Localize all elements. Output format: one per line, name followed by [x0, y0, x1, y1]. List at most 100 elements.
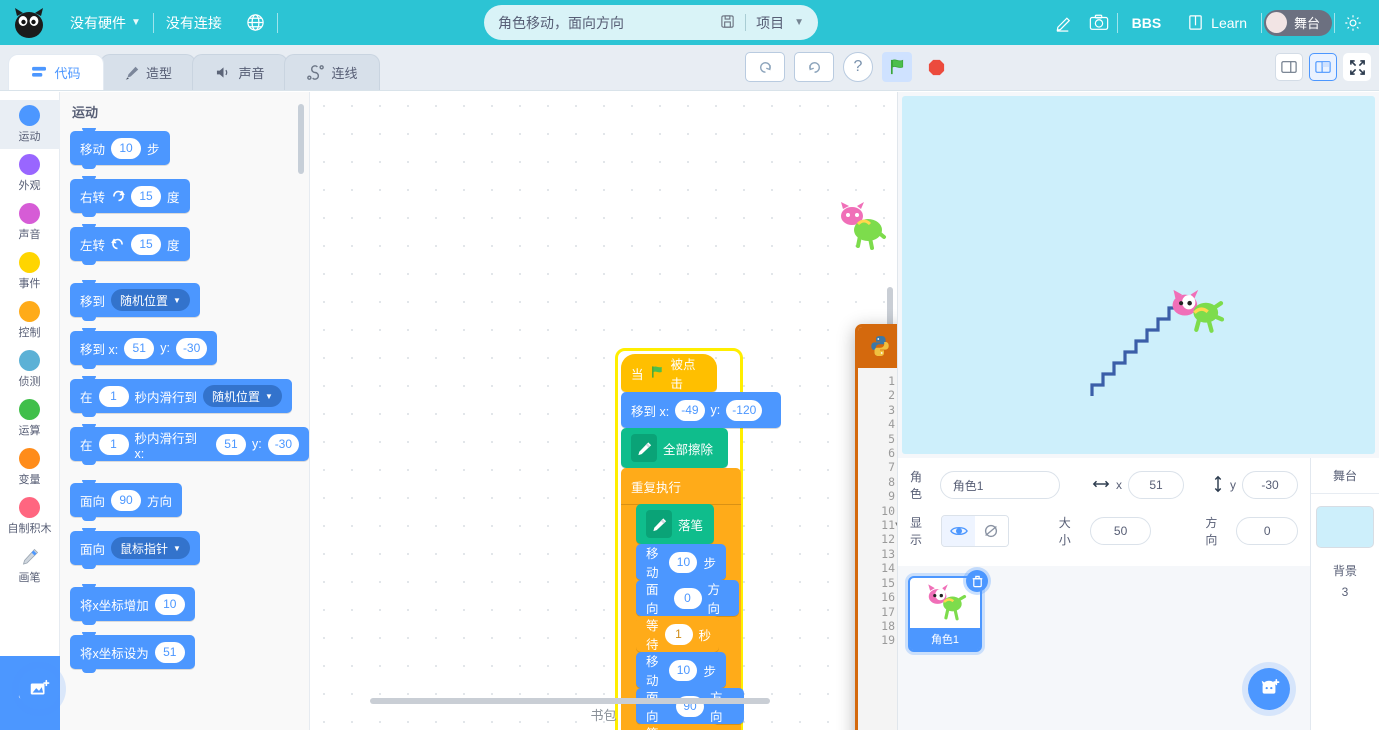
block-input[interactable]: 51	[154, 641, 185, 663]
block-input-x[interactable]: -49	[675, 399, 705, 421]
stop-button[interactable]	[921, 52, 951, 82]
block-input-x[interactable]: 51	[124, 337, 155, 359]
x-input[interactable]: 51	[1128, 471, 1185, 499]
undo-button[interactable]	[745, 52, 785, 82]
direction-input[interactable]: 0	[1236, 517, 1299, 545]
palette-block-change-x[interactable]: 将x坐标增加 10	[70, 584, 195, 625]
palette-block-set-x[interactable]: 将x坐标设为 51	[70, 632, 195, 673]
save-icon[interactable]	[720, 14, 735, 32]
script-block-move-steps-2[interactable]: 移动 10 步	[636, 652, 726, 688]
block-input[interactable]: 0	[673, 587, 702, 609]
tab-costumes[interactable]: 造型	[100, 54, 196, 90]
block-input[interactable]: 10	[154, 593, 185, 615]
category-sound[interactable]: 声音	[0, 198, 60, 247]
script-block-wait-1[interactable]: 等待 1 秒	[636, 616, 719, 652]
block-input[interactable]: 10	[669, 659, 698, 681]
add-backdrop-button[interactable]	[18, 668, 60, 710]
canvas-horizontal-scrollbar[interactable]	[370, 698, 770, 704]
block-input[interactable]: 15	[131, 185, 162, 207]
block-dropdown[interactable]: 随机位置 ▼	[111, 289, 190, 311]
palette-scrollbar[interactable]	[298, 104, 304, 174]
category-pen[interactable]: 画笔	[0, 541, 60, 590]
palette-block-turn-right[interactable]: 右转 15 度	[70, 176, 190, 217]
redo-button[interactable]	[794, 52, 834, 82]
palette-block-glide-xy[interactable]: 在 1 秒内滑行到 x: 51 y: -30	[70, 424, 309, 465]
category-looks[interactable]: 外观	[0, 149, 60, 198]
block-dropdown[interactable]: 随机位置 ▼	[203, 385, 282, 407]
project-menu-label[interactable]: 项目	[756, 13, 784, 33]
stage[interactable]	[902, 96, 1375, 454]
palette-block-turn-left[interactable]: 左转 15 度	[70, 224, 190, 265]
stage-toggle[interactable]: 舞台	[1263, 9, 1332, 36]
help-button[interactable]: ?	[843, 52, 873, 82]
tab-sounds[interactable]: 声音	[192, 54, 288, 90]
script-block-wait-2[interactable]: 等待 1 秒	[636, 724, 719, 730]
learn-link[interactable]: Learn	[1175, 0, 1259, 45]
sprite-name-input[interactable]: 角色1	[939, 471, 1061, 499]
category-control[interactable]: 控制	[0, 296, 60, 345]
add-sprite-button[interactable]	[1248, 668, 1291, 710]
size-input[interactable]: 50	[1089, 517, 1152, 545]
script-block-forever[interactable]: 重复执行	[621, 468, 741, 504]
y-input[interactable]: -30	[1242, 471, 1299, 499]
backdrop-thumbnail[interactable]	[1316, 506, 1374, 548]
script-block-goto-xy[interactable]: 移到 x: -49 y: -120	[621, 392, 781, 428]
script-block-pen-erase-all[interactable]: 全部擦除	[621, 428, 728, 468]
category-my-blocks[interactable]: 自制积木	[0, 492, 60, 541]
block-input-secs[interactable]: 1	[98, 433, 129, 455]
category-operators[interactable]: 运算	[0, 394, 60, 443]
palette-block-move-steps[interactable]: 移动 10 步	[70, 128, 170, 169]
script-block-point-direction-0[interactable]: 面向 0 方向	[636, 580, 739, 616]
tab-code[interactable]: 代码	[8, 54, 104, 90]
fullscreen-button[interactable]	[1343, 53, 1371, 81]
camera-icon[interactable]	[1083, 7, 1115, 39]
block-input-y[interactable]: -30	[175, 337, 208, 359]
block-input[interactable]: 90	[111, 489, 142, 511]
gear-icon[interactable]	[1337, 7, 1369, 39]
palette-block-glide-to[interactable]: 在 1 秒内滑行到 随机位置 ▼	[70, 376, 292, 417]
code-editor[interactable]: 1234567891011▼1213141516171819 # -*- cod…	[858, 368, 897, 730]
palette-block-goto[interactable]: 移到 随机位置 ▼	[70, 280, 200, 321]
category-motion[interactable]: 运动	[0, 100, 60, 149]
python-code-window[interactable]: ✓ 翻译 编辑 ▼	[855, 324, 897, 730]
block-input[interactable]: 10	[111, 137, 142, 159]
hardware-selector[interactable]: 没有硬件 ▼	[58, 0, 153, 45]
code-fold-icon[interactable]: ▼	[895, 518, 897, 532]
script-block-pen-down[interactable]: 落笔	[636, 504, 714, 544]
block-input-secs[interactable]: 1	[98, 385, 129, 407]
sprite-card[interactable]: 角色1	[908, 570, 988, 652]
pencil-icon[interactable]	[1049, 7, 1081, 39]
palette-block-point-towards[interactable]: 面向 鼠标指针 ▼	[70, 528, 200, 569]
backpack-label[interactable]: 书包	[310, 705, 897, 724]
app-logo-icon[interactable]	[0, 0, 58, 45]
bbs-link[interactable]: BBS	[1120, 0, 1174, 45]
globe-icon[interactable]	[234, 0, 277, 45]
category-variables[interactable]: 变量	[0, 443, 60, 492]
palette-block-point-direction[interactable]: 面向 90 方向	[70, 480, 183, 521]
sprite-list[interactable]: 角色1	[898, 566, 1311, 730]
connection-status[interactable]: 没有连接	[154, 0, 234, 45]
eye-icon[interactable]	[942, 516, 975, 546]
block-dropdown[interactable]: 鼠标指针 ▼	[111, 537, 190, 559]
block-input[interactable]: 1	[664, 623, 693, 645]
block-input-x[interactable]: 51	[215, 433, 246, 455]
script-block-when-flag-clicked[interactable]: 当 被点击	[621, 354, 717, 392]
layout-large-button[interactable]	[1309, 53, 1337, 81]
category-events[interactable]: 事件	[0, 247, 60, 296]
project-title-bar[interactable]: 角色移动，面向方向 项目 ▼	[484, 5, 818, 40]
delete-sprite-button[interactable]	[966, 570, 988, 592]
layout-small-button[interactable]	[1275, 53, 1303, 81]
script-stack[interactable]: 当 被点击 移到 x: -49 y: -120 全部擦除 重复执行 落笔 移动 …	[621, 354, 781, 730]
tab-connect[interactable]: 连线	[284, 54, 380, 90]
category-sensing[interactable]: 侦测	[0, 345, 60, 394]
script-canvas[interactable]: 当 被点击 移到 x: -49 y: -120 全部擦除 重复执行 落笔 移动 …	[310, 92, 897, 730]
block-input-y[interactable]: -30	[267, 433, 299, 455]
green-flag-button[interactable]	[882, 52, 912, 82]
code-window-titlebar[interactable]: ✓ 翻译 编辑 ▼	[858, 327, 897, 368]
script-block-move-steps-1[interactable]: 移动 10 步	[636, 544, 726, 580]
palette-block-goto-xy[interactable]: 移到 x: 51 y: -30	[70, 328, 218, 369]
block-input[interactable]: 15	[131, 233, 162, 255]
block-input-y[interactable]: -120	[726, 399, 763, 421]
block-input[interactable]: 10	[669, 551, 698, 573]
eye-off-icon[interactable]	[974, 516, 1008, 546]
